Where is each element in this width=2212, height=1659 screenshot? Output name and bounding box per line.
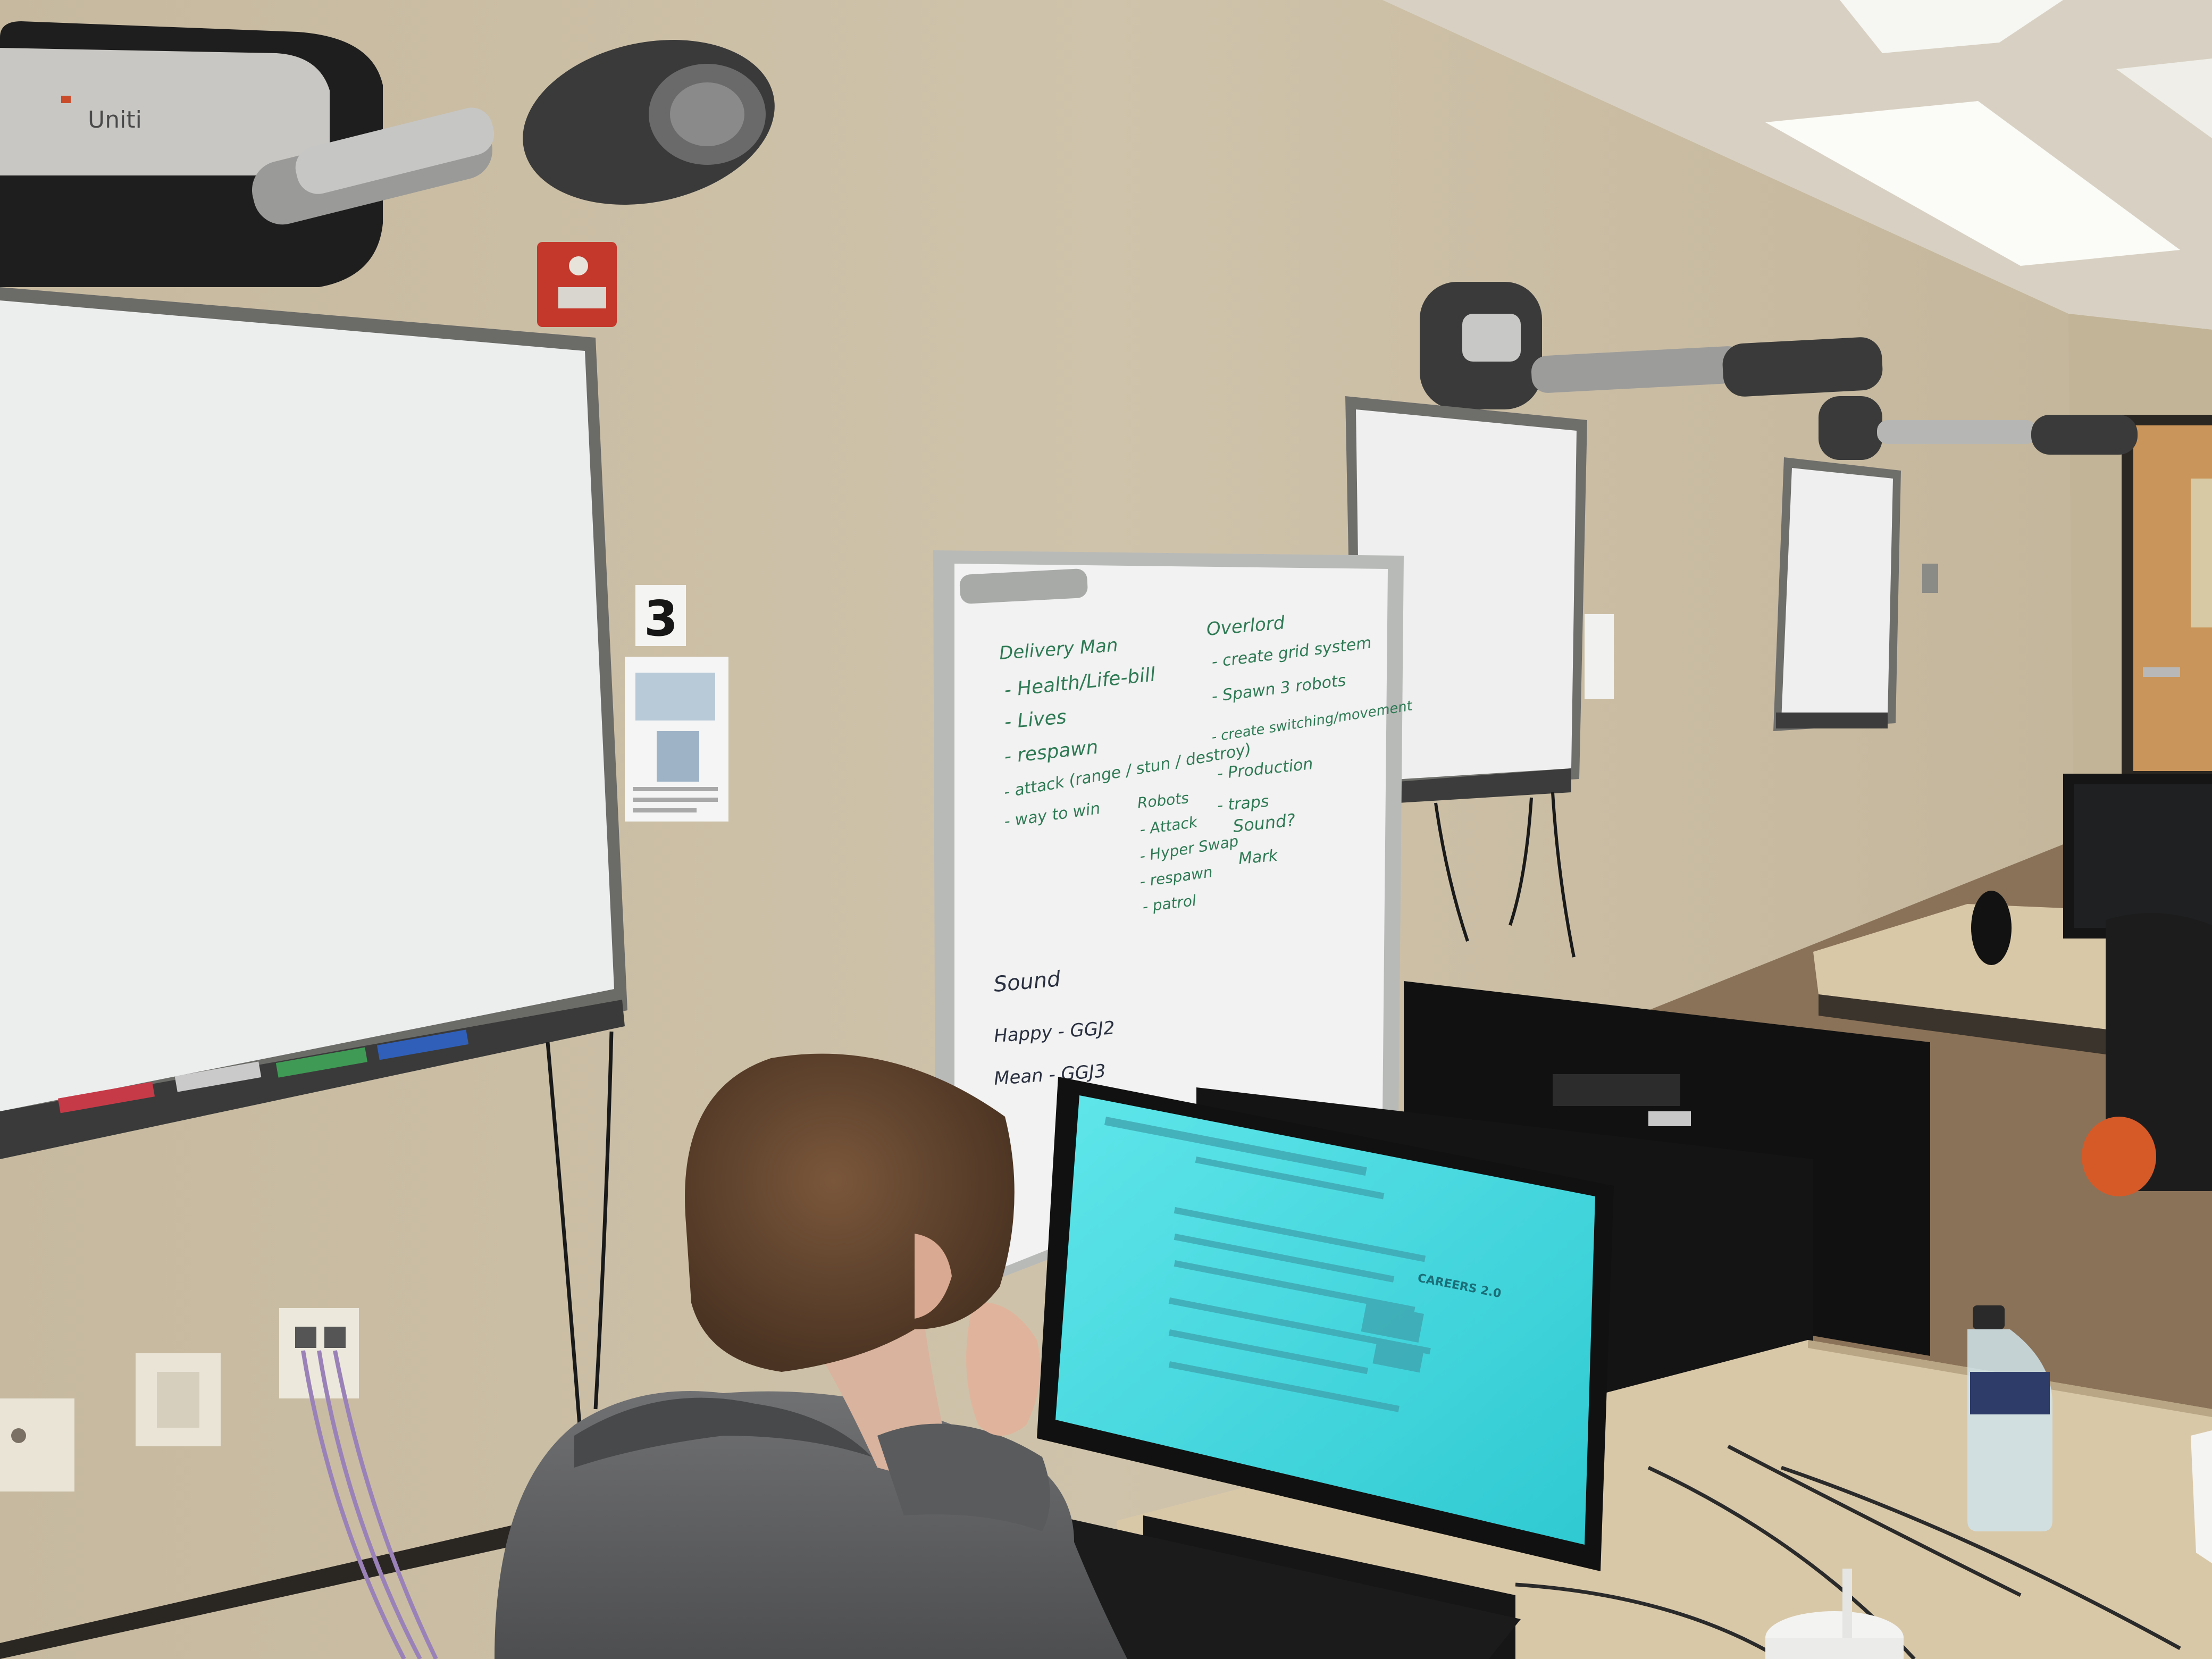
room-number: 3 [644, 590, 678, 647]
door-window [2191, 479, 2212, 627]
note-sound-mark: Mark [1238, 847, 1279, 868]
classroom-photo: Uniti 3 Delivery Man - Health/Life-bill … [0, 0, 2212, 1659]
room-number-sign: 3 [635, 585, 686, 647]
projector-brand: Uniti [88, 106, 142, 133]
scene-illustration: Uniti 3 Delivery Man - Health/Life-bill … [0, 0, 2212, 1659]
fire-alarm [537, 242, 617, 327]
door-handle [2143, 667, 2180, 677]
instruction-sheet [625, 657, 728, 822]
smartboard-left [0, 287, 627, 1159]
